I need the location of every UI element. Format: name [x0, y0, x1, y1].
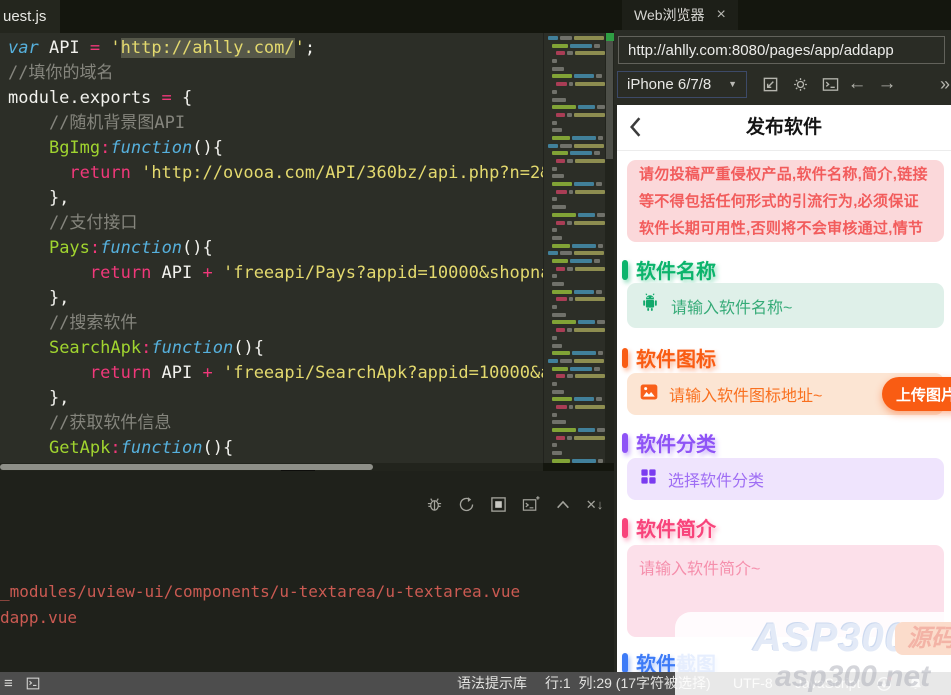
page-title: 发布软件: [745, 117, 822, 138]
code-line: SearchApk:function(){: [48, 338, 264, 358]
section-title-app-icon: 软件图标: [622, 343, 716, 372]
open-external-browser-icon[interactable]: [759, 72, 781, 96]
app-category-placeholder: 选择软件分类: [668, 473, 765, 490]
code-line: },: [8, 288, 70, 308]
code-line: //填你的域名: [8, 63, 114, 83]
app-category-select[interactable]: 选择软件分类: [627, 458, 944, 500]
code-line: return API + 'freeapi/Pays?appid=10000&s…: [89, 263, 543, 283]
new-terminal-icon[interactable]: [521, 495, 540, 514]
device-select-value: iPhone 6/7/8: [627, 76, 712, 93]
section-title-app-name: 软件名称: [622, 255, 716, 284]
minimap-scrollbar[interactable]: [605, 33, 614, 463]
upload-image-button[interactable]: 上传图片: [882, 377, 951, 411]
code-line: //搜索软件: [8, 313, 138, 333]
collapse-panel-icon[interactable]: [553, 495, 572, 514]
code-line: Pays:function(){: [48, 238, 213, 258]
app-name-placeholder: 请输入软件名称~: [671, 299, 793, 317]
chevron-down-icon: ▼: [728, 79, 737, 89]
code-line: //随机背景图API: [8, 113, 186, 133]
code-line: BgImg:function(){: [48, 138, 223, 158]
console-error-line: _modules/uview-ui/components/u-textarea/…: [0, 582, 521, 601]
app-name-input[interactable]: 请输入软件名称~: [627, 283, 944, 328]
section-bar: [622, 652, 628, 672]
phone-screen: 发布软件 请勿投稿严重侵权产品,软件名称,简介,链接等不得包括任何形式的引流行为…: [617, 105, 951, 672]
statusbar-terminal-icon[interactable]: [26, 677, 40, 690]
code-line: //获取软件信息: [8, 413, 172, 433]
code-line: module.exports = {: [8, 88, 193, 108]
device-select[interactable]: iPhone 6/7/8 ▼: [617, 71, 747, 98]
section-bar: [622, 517, 628, 538]
restart-icon[interactable]: [457, 495, 476, 514]
app-icon-placeholder: 请输入软件图标地址~: [669, 388, 823, 405]
horizontal-scrollbar[interactable]: [0, 463, 543, 471]
back-arrow-icon[interactable]: ←: [846, 72, 868, 96]
section-bar: [622, 432, 628, 453]
terminal-icon[interactable]: [819, 72, 841, 96]
console-error-line: dapp.vue: [0, 608, 78, 627]
minimap-scrollbar-thumb[interactable]: [606, 33, 613, 159]
console-panel: ✕↓ _modules/uview-ui/components/u-textar…: [0, 471, 614, 672]
syntax-hint-status[interactable]: 语法提示库: [457, 672, 527, 695]
section-title-app-category: 软件分类: [622, 428, 716, 457]
forward-arrow-icon[interactable]: →: [876, 72, 898, 96]
url-input[interactable]: [618, 36, 945, 64]
horizontal-scrollbar-thumb[interactable]: [0, 464, 373, 470]
browser-tab-label: Web浏览器: [634, 7, 705, 23]
code-line: var API = 'http://ahlly.com/';: [8, 38, 316, 58]
warning-notice: 请勿投稿严重侵权产品,软件名称,简介,链接等不得包括任何形式的引流行为,必须保证…: [627, 160, 944, 242]
browser-tab[interactable]: Web浏览器 ×: [622, 0, 738, 30]
code-editor[interactable]: var API = 'http://ahlly.com/'; //填你的域名 mod…: [0, 33, 543, 463]
browser-toolbar: iPhone 6/7/8 ▼ ← → »: [614, 30, 951, 105]
code-line: GetApk:function(){: [48, 438, 234, 458]
code-line: return 'http://ovooa.com/API/360bz/api.p…: [69, 163, 543, 183]
section-bar: [622, 347, 628, 368]
minimap[interactable]: [543, 33, 605, 463]
code-line: return API + 'freeapi/SearchApk?appid=10…: [89, 363, 543, 383]
editor-tab-request-js[interactable]: uest.js: [0, 0, 61, 33]
editor-tabbar: uest.js: [0, 0, 614, 33]
gear-icon[interactable]: [789, 72, 811, 96]
clear-console-icon[interactable]: ✕↓: [585, 495, 604, 514]
section-bar: [622, 259, 628, 280]
section-title-app-intro: 软件简介: [622, 513, 716, 542]
stop-icon[interactable]: [489, 495, 508, 514]
watermark-overlay: ASP300 源码 asp300.net: [675, 612, 951, 695]
close-icon[interactable]: ×: [717, 1, 726, 29]
console-toolbar: ✕↓: [425, 495, 604, 514]
android-icon: [639, 292, 661, 319]
debug-bug-icon[interactable]: [425, 495, 444, 514]
grid-icon: [639, 467, 658, 491]
watermark-site: asp300.net: [775, 660, 931, 693]
app-intro-placeholder: 请输入软件简介~: [639, 561, 761, 578]
watermark-brand: ASP300: [753, 616, 908, 660]
minimap-change-marker: [606, 33, 614, 41]
browser-panel: Web浏览器 × iPhone 6/7/8 ▼: [614, 0, 951, 672]
hbuilderx-window: uest.js var API = 'http://ahlly.com/'; //…: [0, 0, 951, 695]
console-output: _modules/uview-ui/components/u-textarea/…: [0, 579, 520, 631]
code-line: },: [8, 388, 70, 408]
web-preview: 发布软件 请勿投稿严重侵权产品,软件名称,简介,链接等不得包括任何形式的引流行为…: [614, 105, 951, 672]
code-line: //支付接口: [8, 213, 138, 233]
watermark-badge: 源码: [895, 622, 951, 655]
code-line: },: [8, 188, 70, 208]
page-navbar: 发布软件: [617, 105, 951, 151]
more-tools-icon[interactable]: »: [934, 72, 951, 96]
editor-panel: uest.js var API = 'http://ahlly.com/'; //…: [0, 0, 614, 672]
menu-icon[interactable]: ≡: [4, 675, 13, 692]
image-icon: [639, 382, 659, 407]
browser-tabbar: Web浏览器 ×: [614, 0, 951, 30]
